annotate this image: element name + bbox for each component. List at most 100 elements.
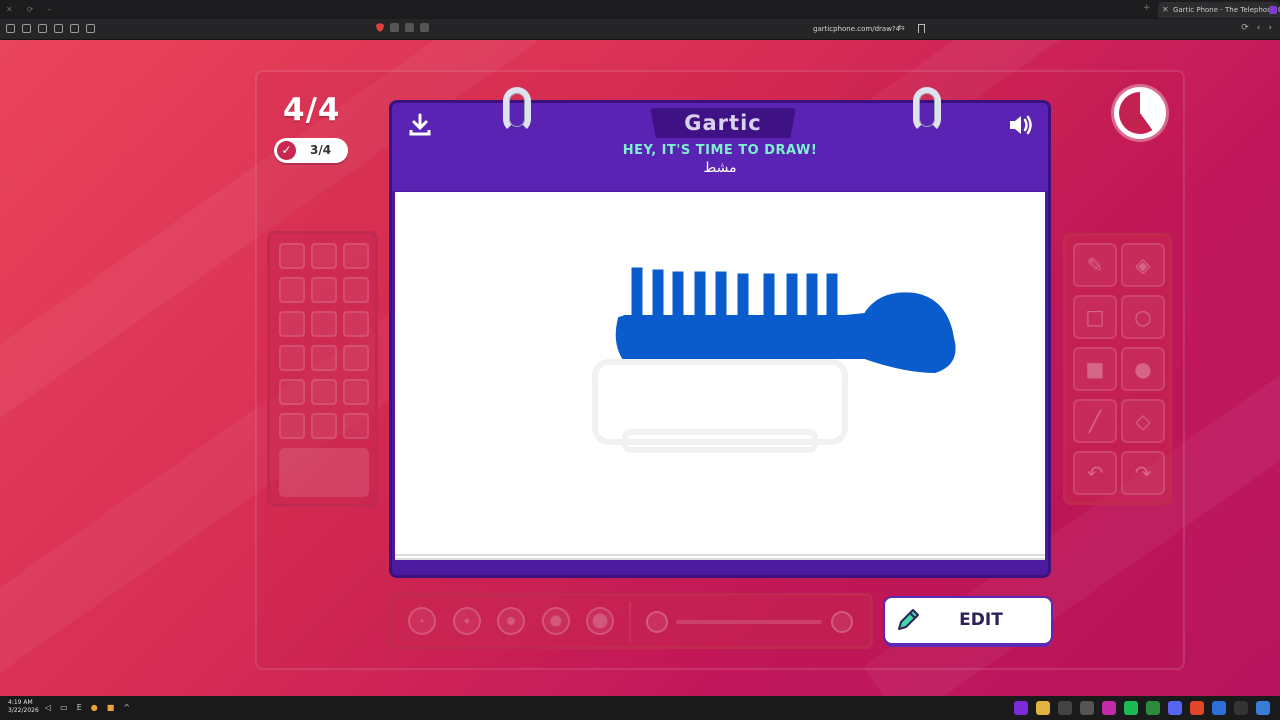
brush-size-2[interactable]	[453, 607, 481, 635]
tab-title: Gartic Phone - The Telephone G	[1173, 6, 1280, 14]
color-swatch[interactable]	[311, 345, 337, 371]
sidebar-icon[interactable]	[70, 24, 79, 33]
toolbar-right-icons: ⟳ ‹ ›	[1241, 23, 1272, 33]
search-icon[interactable]	[1234, 701, 1248, 715]
drawing-canvas[interactable]	[395, 192, 1045, 560]
current-color-preview[interactable]	[279, 448, 369, 497]
mic-icon[interactable]: ●	[91, 703, 98, 712]
filled-rectangle-icon[interactable]: ■	[1073, 347, 1117, 391]
redo-icon[interactable]: ↷	[1121, 451, 1165, 495]
undo-icon[interactable]: ↶	[1073, 451, 1117, 495]
app-icon-blue[interactable]	[1212, 701, 1226, 715]
taskbar-clock[interactable]: 4:19 AM 3/22/2026	[8, 699, 39, 715]
settings-app-icon[interactable]	[1080, 701, 1094, 715]
line-icon[interactable]: ╱	[1073, 399, 1117, 443]
back-icon[interactable]	[405, 23, 414, 32]
new-tab-icon[interactable]: +	[1143, 3, 1151, 13]
language-icon[interactable]: E	[77, 703, 82, 712]
app-tray-icon[interactable]: ■	[107, 703, 115, 712]
color-swatch[interactable]	[279, 345, 305, 371]
ellipse-icon[interactable]: ○	[1121, 295, 1165, 339]
tab-close-icon[interactable]: ✕	[1162, 2, 1169, 18]
color-swatch[interactable]	[343, 345, 369, 371]
volume-icon[interactable]	[1008, 114, 1036, 136]
color-palette	[267, 231, 378, 507]
forward-arrow-icon[interactable]: ›	[1268, 23, 1272, 33]
color-swatch[interactable]	[311, 413, 337, 439]
start-icon[interactable]	[1256, 701, 1270, 715]
shield-icon[interactable]	[22, 24, 31, 33]
drawing-notebook: Gartic HEY, IT'S TIME TO DRAW! مشط	[389, 87, 1051, 578]
round-counter: 4/4	[283, 92, 341, 128]
brush-size-4[interactable]	[542, 607, 570, 635]
window-controls[interactable]: ✕ ⟳ –	[6, 5, 51, 14]
fill-bucket-icon[interactable]: ◇	[1121, 399, 1165, 443]
color-swatch[interactable]	[343, 311, 369, 337]
brave-shield-icon[interactable]	[376, 23, 384, 32]
network-icon[interactable]: ▭	[60, 703, 68, 712]
bar-divider	[629, 602, 631, 642]
color-swatch[interactable]	[311, 311, 337, 337]
browser-app-icon[interactable]	[1058, 701, 1072, 715]
xbox-icon[interactable]	[1146, 701, 1160, 715]
color-swatch[interactable]	[343, 243, 369, 269]
tools-icon[interactable]	[420, 23, 429, 32]
share-icon[interactable]: ⇆	[898, 23, 905, 32]
edit-label: EDIT	[959, 610, 1003, 630]
filled-ellipse-icon[interactable]: ●	[1121, 347, 1165, 391]
color-swatch[interactable]	[343, 413, 369, 439]
browser-tab-active[interactable]: ✕ Gartic Phone - The Telephone G	[1158, 2, 1280, 18]
toolbar-left-icons	[6, 24, 95, 33]
file-explorer-icon[interactable]	[1036, 701, 1050, 715]
brush-size-5[interactable]	[586, 607, 614, 635]
color-swatch[interactable]	[343, 379, 369, 405]
tray-expand-icon[interactable]: ^	[123, 703, 130, 712]
timer-progress	[1119, 92, 1161, 134]
comb-drawing	[615, 267, 956, 374]
screenshot-icon[interactable]	[86, 24, 95, 33]
eraser-icon[interactable]: ◈	[1121, 243, 1165, 287]
color-swatch[interactable]	[279, 379, 305, 405]
pin-icon[interactable]	[38, 24, 47, 33]
reload-small-icon[interactable]: ⟳	[27, 5, 34, 14]
back-arrow-icon[interactable]: ‹	[1257, 23, 1261, 33]
pencil-icon[interactable]: ✎	[1073, 243, 1117, 287]
brush-size-1[interactable]	[408, 607, 436, 635]
app-icon-next[interactable]	[1014, 701, 1028, 715]
spotify-icon[interactable]	[1124, 701, 1138, 715]
system-tray: ◁ ▭ E ● ■ ^	[45, 703, 130, 712]
color-swatch[interactable]	[311, 379, 337, 405]
address-bar[interactable]: garticphone.com/draw?4	[813, 25, 900, 33]
opacity-slider-track[interactable]	[676, 620, 822, 624]
menu-icon[interactable]	[6, 24, 15, 33]
minimize-icon[interactable]: –	[47, 5, 51, 14]
color-swatch[interactable]	[311, 277, 337, 303]
color-swatch[interactable]	[311, 243, 337, 269]
brave-icon[interactable]	[1190, 701, 1204, 715]
volume-tray-icon[interactable]: ◁	[45, 703, 51, 712]
browser-titlebar: ✕ ⟳ – + ✕ Gartic Phone - The Telephone G	[0, 0, 1280, 19]
close-icon[interactable]: ✕	[6, 5, 13, 14]
game-page: 4/4 ✓ 3/4 ✎ ◈ □ ○ ■ ● ╱ ◇ ↶ ↷ Gartic HEY…	[0, 40, 1280, 696]
download-icon[interactable]	[407, 112, 433, 138]
color-swatch[interactable]	[279, 243, 305, 269]
tabs-icon[interactable]	[54, 24, 63, 33]
color-swatch[interactable]	[279, 311, 305, 337]
toolbar-extensions	[376, 23, 429, 32]
app-icon-pink[interactable]	[1102, 701, 1116, 715]
refresh-icon[interactable]: ⟳	[1241, 23, 1249, 33]
opacity-min-icon[interactable]	[646, 611, 668, 633]
players-done-badge: ✓ 3/4	[274, 138, 348, 163]
color-swatch[interactable]	[279, 413, 305, 439]
brush-size-3[interactable]	[497, 607, 525, 635]
bookmark-icon[interactable]	[918, 24, 925, 33]
tools-panel: ✎ ◈ □ ○ ■ ● ╱ ◇ ↶ ↷	[1063, 233, 1172, 505]
rectangle-icon[interactable]: □	[1073, 295, 1117, 339]
edit-button[interactable]: EDIT	[885, 598, 1051, 643]
discord-icon[interactable]	[1168, 701, 1182, 715]
color-swatch[interactable]	[343, 277, 369, 303]
color-swatch[interactable]	[279, 277, 305, 303]
timer-clock	[1114, 87, 1166, 139]
opacity-slider-knob[interactable]	[831, 611, 853, 633]
extension-icon[interactable]	[390, 23, 399, 32]
